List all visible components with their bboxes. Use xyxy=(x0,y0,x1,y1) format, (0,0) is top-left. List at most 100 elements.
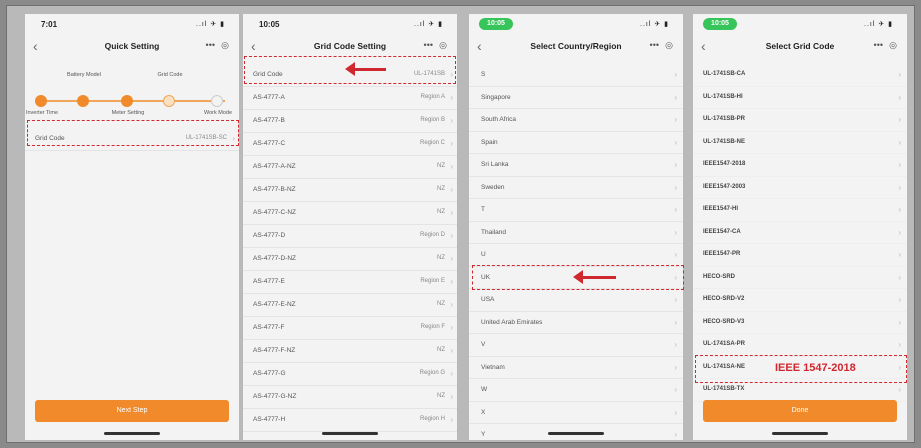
grid-code-option-row[interactable]: AS-4777-A Region A › xyxy=(243,87,457,110)
option-label: AS-4777-B-NZ xyxy=(253,186,296,193)
option-value: Region E xyxy=(420,278,445,284)
grid-code-choice-row[interactable]: IEEE1547-CA › xyxy=(693,222,907,244)
chevron-right-icon: › xyxy=(898,385,901,394)
more-icon[interactable]: ••• xyxy=(206,40,215,50)
more-icon[interactable]: ••• xyxy=(874,40,883,50)
nav-bar: ‹ Select Grid Code ••• ◎ xyxy=(693,36,907,58)
country-row[interactable]: Vietnam › xyxy=(469,357,683,379)
grid-code-option-row[interactable]: AS-4777-B-NZ NZ › xyxy=(243,179,457,202)
grid-code-option-row[interactable]: AS-4777-F-NZ NZ › xyxy=(243,340,457,363)
target-icon[interactable]: ◎ xyxy=(889,40,897,51)
choice-label: IEEE1547-HI xyxy=(703,206,739,212)
done-button[interactable]: Done xyxy=(703,400,897,422)
option-value: NZ xyxy=(437,186,445,192)
country-row[interactable]: U › xyxy=(469,244,683,267)
grid-code-option-row[interactable]: AS-4777-C Region C › xyxy=(243,133,457,156)
grid-code-option-row[interactable]: AS-4777-C-NZ NZ › xyxy=(243,202,457,225)
grid-code-option-row[interactable]: AS-4777-D Region D › xyxy=(243,225,457,248)
chevron-right-icon: › xyxy=(450,369,453,378)
target-icon[interactable]: ◎ xyxy=(221,40,229,51)
chevron-right-icon: › xyxy=(898,272,901,282)
status-bar: 10:05 ..ıl ✈ ▮ xyxy=(469,14,683,36)
grid-code-list: Grid Code UL-1741SB › AS-4777-A Region A ›… xyxy=(243,64,457,432)
grid-code-option-row[interactable]: AS-4777-E-NZ NZ › xyxy=(243,294,457,317)
grid-code-option-row[interactable]: AS-4777-H Region H › xyxy=(243,409,457,432)
chevron-right-icon: › xyxy=(898,317,901,327)
option-value: NZ xyxy=(437,163,445,169)
country-label: U xyxy=(481,251,486,258)
more-icon[interactable]: ••• xyxy=(650,40,659,50)
step-label: Inverter Time xyxy=(25,110,59,116)
chevron-right-icon: › xyxy=(674,160,677,169)
grid-code-choice-row[interactable]: UL-1741SB-NE › xyxy=(693,132,907,154)
option-label: AS-4777-F-NZ xyxy=(253,347,296,354)
target-icon[interactable]: ◎ xyxy=(439,40,447,51)
target-icon[interactable]: ◎ xyxy=(665,40,673,51)
choice-label: UL-1741SB-CA xyxy=(703,71,746,77)
country-row[interactable]: Spain › xyxy=(469,132,683,154)
grid-code-choice-row[interactable]: HECO-SRD › xyxy=(693,267,907,289)
country-label: South Africa xyxy=(481,116,517,123)
grid-code-choice-row[interactable]: IEEE1547-2003 › xyxy=(693,177,907,199)
grid-code-choice-row[interactable]: HECO-SRD-V3 › xyxy=(693,312,907,334)
country-row[interactable]: USA › xyxy=(469,289,683,312)
status-bar: 10:05 ..ıl ✈ ▮ xyxy=(693,14,907,36)
ieee-annotation-label: IEEE 1547-2018 xyxy=(775,362,856,374)
next-step-button[interactable]: Next Step xyxy=(35,400,229,422)
country-row[interactable]: Sweden › xyxy=(469,177,683,199)
chevron-right-icon: › xyxy=(450,254,453,263)
grid-code-option-row[interactable]: AS-4777-D-NZ NZ › xyxy=(243,248,457,271)
option-value: Region G xyxy=(419,370,445,376)
grid-code-option-row[interactable]: AS-4777-F Region F › xyxy=(243,317,457,340)
country-label: Singapore xyxy=(481,93,511,101)
grid-code-option-row[interactable]: AS-4777-A-NZ NZ › xyxy=(243,156,457,179)
chevron-right-icon: › xyxy=(674,430,677,439)
chevron-right-icon: › xyxy=(450,323,453,332)
chevron-right-icon: › xyxy=(450,93,453,102)
country-label: Spain xyxy=(481,138,498,146)
chevron-right-icon: › xyxy=(674,385,677,394)
grid-code-choice-row[interactable]: IEEE1547-PR › xyxy=(693,244,907,267)
country-row[interactable]: T › xyxy=(469,199,683,222)
grid-code-option-row[interactable]: AS-4777-G-NZ NZ › xyxy=(243,386,457,409)
step-label: Meter Setting xyxy=(111,110,145,116)
more-icon[interactable]: ••• xyxy=(424,40,433,50)
grid-code-options-list: UL-1741SB-CA › UL-1741SB-HI › UL-1741SB-PR › U… xyxy=(693,64,907,402)
country-row[interactable]: Sri Lanka › xyxy=(469,154,683,177)
country-row[interactable]: United Arab Emirates › xyxy=(469,312,683,334)
country-row[interactable]: X › xyxy=(469,402,683,424)
status-bar: 7:01 ..ıl ✈ ▮ xyxy=(25,14,239,36)
choice-label: UL-1741SB-HI xyxy=(703,93,743,100)
country-row[interactable]: S › xyxy=(469,64,683,87)
option-label: AS-4777-B xyxy=(253,117,285,124)
home-indicator xyxy=(322,432,378,435)
country-row[interactable]: W › xyxy=(469,379,683,402)
country-row[interactable]: V › xyxy=(469,334,683,357)
screenshot-frame: 7:01 ..ıl ✈ ▮ ‹ Quick Setting ••• ◎ Inve… xyxy=(6,5,915,443)
step-dot-inverter-time xyxy=(35,95,47,107)
status-time-pill: 10:05 xyxy=(703,18,737,30)
chevron-right-icon: › xyxy=(450,231,453,240)
status-bar: 10:05 ..ıl ✈ ▮ xyxy=(243,14,457,36)
chevron-right-icon: › xyxy=(898,92,901,102)
grid-code-choice-row[interactable]: IEEE1547-2018 › xyxy=(693,154,907,177)
grid-code-option-row[interactable]: AS-4777-E Region E › xyxy=(243,271,457,294)
option-label: AS-4777-G-NZ xyxy=(253,393,297,400)
option-value: NZ xyxy=(437,209,445,215)
phone-select-country: 10:05 ..ıl ✈ ▮ ‹ Select Country/Region •… xyxy=(469,14,683,440)
grid-code-choice-row[interactable]: UL-1741SB-HI › xyxy=(693,87,907,109)
grid-code-choice-row[interactable]: HECO-SRD-V2 › xyxy=(693,289,907,312)
grid-code-choice-row[interactable]: UL-1741SB-CA › xyxy=(693,64,907,87)
country-row[interactable]: Singapore › xyxy=(469,87,683,109)
choice-label: HECO-SRD xyxy=(703,273,736,280)
country-row[interactable]: Thailand › xyxy=(469,222,683,244)
step-dot-battery-model xyxy=(77,95,89,107)
grid-code-option-row[interactable]: AS-4777-B Region B › xyxy=(243,110,457,133)
grid-code-choice-row[interactable]: UL-1741SA-PR › xyxy=(693,334,907,357)
chevron-right-icon: › xyxy=(674,182,677,192)
grid-code-option-row[interactable]: AS-4777-G Region G › xyxy=(243,363,457,386)
grid-code-choice-row[interactable]: IEEE1547-HI › xyxy=(693,199,907,222)
country-row[interactable]: South Africa › xyxy=(469,109,683,132)
grid-code-choice-row[interactable]: UL-1741SB-PR › xyxy=(693,109,907,132)
option-label: AS-4777-A-NZ xyxy=(253,163,296,170)
